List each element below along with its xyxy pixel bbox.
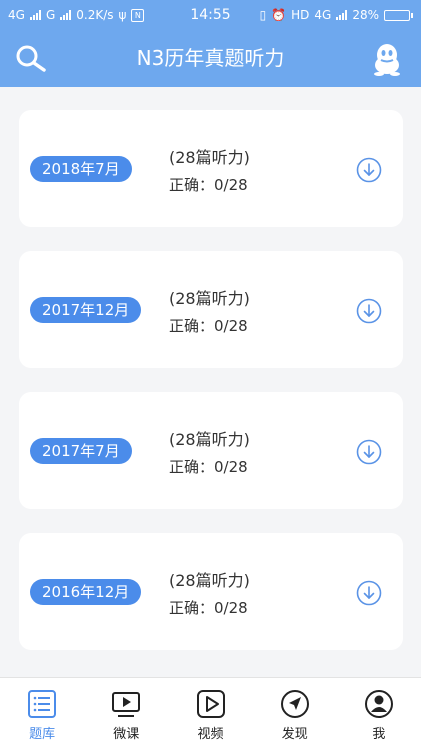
exam-correct-score: 正确：0/28 (169, 599, 248, 617)
exam-correct-score: 正确：0/28 (169, 176, 248, 194)
signal-icon-2 (60, 10, 72, 20)
exam-article-count: (28篇听力) (169, 289, 250, 308)
nfc-icon: N (131, 8, 145, 22)
tab-me[interactable]: 我 (337, 678, 421, 750)
vibrate-icon: ▯ (259, 8, 267, 22)
signal-icon (29, 10, 41, 20)
tab-label: 发现 (281, 727, 308, 742)
hd-label: HD (291, 8, 310, 22)
list-icon (28, 690, 57, 718)
download-button[interactable] (356, 157, 382, 183)
exam-correct-score: 正确：0/28 (169, 458, 248, 476)
alarm-icon: ⏰ (271, 8, 287, 22)
battery-icon (384, 9, 413, 21)
network-label-1: 4G (8, 8, 25, 22)
tab-video[interactable]: 视频 (168, 678, 252, 750)
page-title: N3历年真题听力 (136, 46, 285, 70)
exam-card[interactable]: 2017年12月 (28篇听力) 正确：0/28 (19, 251, 403, 368)
tab-label: 题库 (29, 727, 56, 742)
status-bar: 4G G 0.2K/s ψ N 14:55 ▯ ⏰ HD 4G 28% (0, 0, 421, 30)
download-icon (356, 580, 382, 606)
tab-label: 我 (372, 727, 386, 742)
status-left: 4G G 0.2K/s ψ N (8, 8, 145, 22)
exam-date-badge: 2017年12月 (30, 297, 142, 323)
download-button[interactable] (356, 580, 382, 606)
network-speed: 0.2K/s (76, 8, 114, 22)
status-right: ▯ ⏰ HD 4G 28% (260, 8, 413, 22)
compass-icon (280, 690, 309, 718)
qq-penguin-icon (374, 44, 400, 76)
play-icon (196, 690, 225, 718)
download-button[interactable] (356, 439, 382, 465)
tab-discover[interactable]: 发现 (253, 678, 337, 750)
qq-button[interactable] (371, 42, 403, 76)
tab-label: 视频 (197, 727, 224, 742)
exam-card[interactable]: 2016年12月 (28篇听力) 正确：0/28 (19, 533, 403, 650)
battery-percent: 28% (352, 8, 379, 22)
usb-icon: ψ (118, 8, 127, 22)
exam-date-badge: 2017年7月 (30, 438, 132, 464)
download-icon (356, 298, 382, 324)
exam-article-count: (28篇听力) (169, 430, 250, 449)
exam-correct-score: 正确：0/28 (169, 317, 248, 335)
exam-date-badge: 2018年7月 (30, 156, 132, 182)
download-icon (356, 439, 382, 465)
video-play-icon (112, 692, 141, 717)
exam-card[interactable]: 2017年7月 (28篇听力) 正确：0/28 (19, 392, 403, 509)
exam-date-badge: 2016年12月 (30, 579, 142, 605)
user-icon (364, 690, 393, 718)
exam-article-count: (28篇听力) (169, 148, 250, 167)
network-label-3: 4G (314, 8, 332, 22)
exam-article-count: (28篇听力) (169, 571, 250, 590)
app-header: N3历年真题听力 (0, 30, 421, 87)
download-button[interactable] (356, 298, 382, 324)
network-label-2: G (45, 8, 56, 22)
exam-list: 2018年7月 (28篇听力) 正确：0/28 2017年12月 (28篇听力)… (19, 110, 403, 674)
tab-question-bank[interactable]: 题库 (0, 678, 84, 750)
signal-icon-3 (336, 10, 348, 20)
tab-micro-course[interactable]: 微课 (84, 678, 168, 750)
bottom-tab-bar: 题库 微课 视频 发现 我 (0, 677, 421, 750)
exam-card[interactable]: 2018年7月 (28篇听力) 正确：0/28 (19, 110, 403, 227)
tab-label: 微课 (113, 727, 140, 742)
download-icon (356, 157, 382, 183)
